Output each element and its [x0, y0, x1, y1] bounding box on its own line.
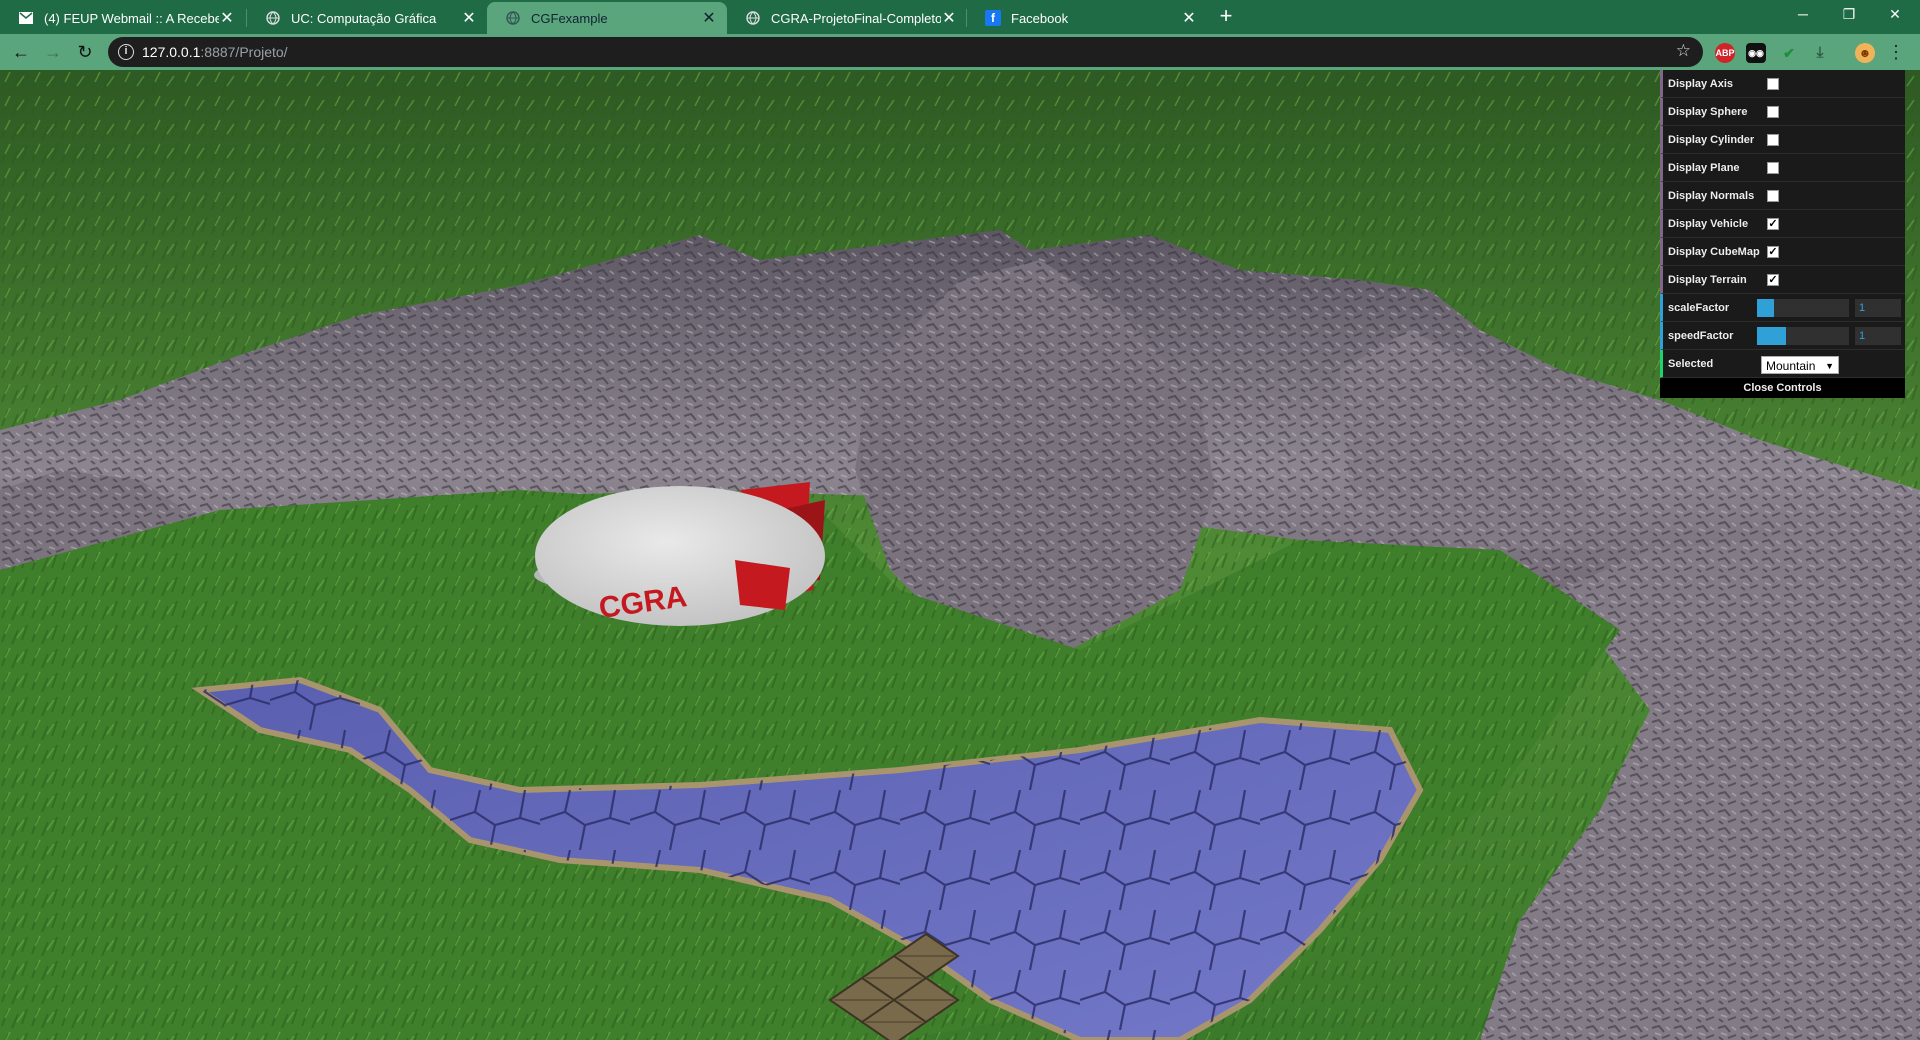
scale-factor-input[interactable]: 1 — [1855, 299, 1901, 317]
webgl-canvas[interactable]: CGRA — [0, 70, 1920, 1040]
row-label: Display Plane — [1668, 162, 1740, 174]
close-tab-icon[interactable]: ✕ — [941, 8, 957, 28]
browser-toolbar: ← → ↻ i 127.0.0.1:8887/Projeto/ ☆ ABP ◉◉… — [0, 34, 1920, 70]
display-terrain-checkbox[interactable]: ✓ — [1767, 274, 1779, 286]
display-plane-checkbox[interactable] — [1767, 162, 1779, 174]
display-cubemap-checkbox[interactable]: ✓ — [1767, 246, 1779, 258]
back-icon[interactable]: ← — [9, 40, 33, 64]
display-vehicle-checkbox[interactable]: ✓ — [1767, 218, 1779, 230]
url-text: 127.0.0.1:8887/Projeto/ — [142, 44, 288, 60]
slider-fill — [1757, 299, 1774, 317]
row-label: Display Cylinder — [1668, 134, 1755, 146]
close-tab-icon[interactable]: ✕ — [701, 8, 717, 28]
display-cylinder-row[interactable]: Display Cylinder — [1660, 126, 1905, 154]
display-plane-row[interactable]: Display Plane — [1660, 154, 1905, 182]
speed-factor-row: speedFactor 1 — [1660, 322, 1905, 350]
row-label: speedFactor — [1668, 330, 1734, 342]
menu-kebab-icon[interactable]: ⋮ — [1884, 40, 1908, 64]
globe-icon — [265, 10, 281, 26]
display-axis-checkbox[interactable] — [1767, 78, 1779, 90]
minimize-button[interactable]: ─ — [1780, 0, 1826, 30]
tab-facebook[interactable]: f Facebook ✕ — [967, 2, 1207, 34]
download-icon[interactable]: ⤓ — [1810, 43, 1830, 63]
tab-title: CGFexample — [531, 10, 608, 26]
dat-gui-panel: Display Axis Display Sphere Display Cyli… — [1660, 70, 1905, 398]
scale-factor-row: scaleFactor 1 — [1660, 294, 1905, 322]
restore-button[interactable]: ❐ — [1826, 0, 1872, 30]
row-label: Display Sphere — [1668, 106, 1748, 118]
slider-fill — [1757, 327, 1787, 345]
speed-factor-input[interactable]: 1 — [1855, 327, 1901, 345]
adblock-icon[interactable]: ABP — [1715, 43, 1735, 63]
selected-row: Selected Mountain ▼ — [1660, 350, 1905, 378]
selected-value: Mountain — [1766, 359, 1816, 373]
tab-title: Facebook — [1011, 10, 1069, 26]
site-info-icon[interactable]: i — [118, 44, 134, 60]
close-window-button[interactable]: ✕ — [1872, 0, 1918, 30]
display-terrain-row[interactable]: Display Terrain ✓ — [1660, 266, 1905, 294]
row-label: Display Vehicle — [1668, 218, 1749, 230]
tab-uc-computacao-grafica[interactable]: UC: Computação Gráfica ✕ — [247, 2, 487, 34]
row-label: Display CubeMap — [1668, 246, 1760, 258]
tab-title: (4) FEUP Webmail :: A Receber — [44, 10, 219, 26]
globe-icon — [745, 10, 761, 26]
tab-title: CGRA-ProjetoFinal-Completo-v2 — [771, 10, 941, 26]
display-sphere-row[interactable]: Display Sphere — [1660, 98, 1905, 126]
reload-icon[interactable]: ↻ — [73, 40, 97, 64]
row-label: Display Axis — [1668, 78, 1734, 90]
row-label: Display Normals — [1668, 190, 1755, 202]
close-tab-icon[interactable]: ✕ — [1181, 8, 1197, 28]
url-path: :8887/Projeto/ — [200, 44, 288, 60]
close-tab-icon[interactable]: ✕ — [461, 8, 477, 28]
display-cubemap-row[interactable]: Display CubeMap ✓ — [1660, 238, 1905, 266]
close-tab-icon[interactable]: ✕ — [219, 8, 235, 28]
address-bar[interactable]: i 127.0.0.1:8887/Projeto/ ☆ — [108, 37, 1703, 67]
display-vehicle-row[interactable]: Display Vehicle ✓ — [1660, 210, 1905, 238]
new-tab-button[interactable]: + — [1213, 4, 1239, 30]
row-label: Selected — [1668, 358, 1714, 370]
url-host: 127.0.0.1 — [142, 44, 201, 60]
chevron-down-icon: ▼ — [1825, 361, 1834, 371]
glasses-extension-icon[interactable]: ◉◉ — [1746, 43, 1766, 63]
check-extension-icon[interactable]: ✔ — [1779, 43, 1799, 63]
facebook-icon: f — [985, 10, 1001, 26]
scene-drawing: CGRA — [0, 70, 1920, 1040]
forward-icon[interactable]: → — [41, 40, 65, 64]
selected-dropdown[interactable]: Mountain ▼ — [1761, 356, 1839, 374]
tab-strip: (4) FEUP Webmail :: A Receber ✕ UC: Comp… — [0, 0, 1920, 34]
tab-cgra-projetofinal[interactable]: CGRA-ProjetoFinal-Completo-v2 ✕ — [727, 2, 967, 34]
row-label: scaleFactor — [1668, 302, 1730, 314]
webmail-icon — [18, 10, 34, 26]
display-normals-checkbox[interactable] — [1767, 190, 1779, 202]
tab-title: UC: Computação Gráfica — [291, 10, 437, 26]
tab-feup-webmail[interactable]: (4) FEUP Webmail :: A Receber ✕ — [0, 2, 245, 34]
tab-cgfexample[interactable]: CGFexample ✕ — [487, 2, 727, 34]
display-normals-row[interactable]: Display Normals — [1660, 182, 1905, 210]
globe-icon — [505, 10, 521, 26]
display-sphere-checkbox[interactable] — [1767, 106, 1779, 118]
row-label: Display Terrain — [1668, 274, 1747, 286]
bookmark-star-icon[interactable]: ☆ — [1676, 41, 1691, 61]
display-cylinder-checkbox[interactable] — [1767, 134, 1779, 146]
close-controls-button[interactable]: Close Controls — [1660, 378, 1905, 398]
speed-factor-slider[interactable] — [1757, 327, 1849, 345]
display-axis-row[interactable]: Display Axis — [1660, 70, 1905, 98]
profile-avatar-icon[interactable]: ☻ — [1855, 43, 1875, 63]
scale-factor-slider[interactable] — [1757, 299, 1849, 317]
